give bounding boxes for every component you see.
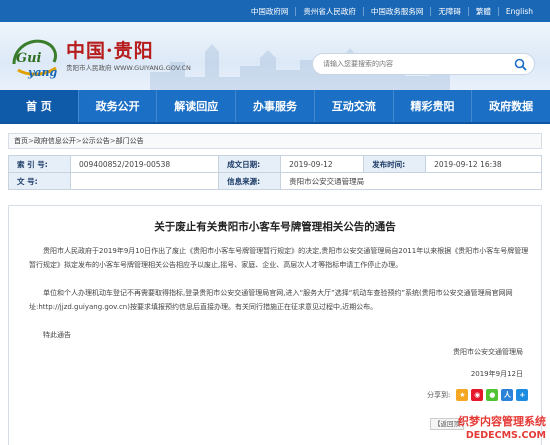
publish-time-label: 发布时间: xyxy=(363,155,427,173)
nav-item-interaction[interactable]: 互动交流 xyxy=(313,90,393,122)
top-utility-bar: 中国政府网 贵州省人民政府 中国政务服务网 无障碍 繁體 English xyxy=(0,0,550,22)
weibo-icon[interactable]: ◉ xyxy=(471,389,484,401)
index-number-value: 009400852/2019-00538 xyxy=(69,155,220,173)
site-title[interactable]: 中国·贵阳 xyxy=(66,36,154,63)
back-to-top-button[interactable]: 【返回顶 xyxy=(430,418,464,430)
guiyang-logo[interactable]: Gui yang xyxy=(8,30,64,82)
breadcrumb-department-notice[interactable]: 部门公告 xyxy=(116,137,144,145)
article-paragraph-3: 特此通告 xyxy=(43,331,71,339)
svg-text:Gui: Gui xyxy=(16,51,42,66)
renren-icon[interactable]: 人 xyxy=(501,389,514,401)
publish-time-value: 2019-09-12 16:38 xyxy=(425,155,542,173)
article-sign-date: 2019年9月12日 xyxy=(470,370,523,378)
nav-item-interpretation[interactable]: 解读回应 xyxy=(156,90,235,122)
share-label: 分享到: xyxy=(427,391,451,399)
document-number-label: 文 号: xyxy=(8,172,71,190)
article-body: 关于废止有关贵阳市小客车号牌管理相关公告的通告 贵阳市人民政府于2019年9月1… xyxy=(8,205,542,445)
top-link-gov-cn[interactable]: 中国政府网 xyxy=(244,7,296,16)
qzone-icon[interactable]: ★ xyxy=(456,389,469,401)
article-paragraph-2: 单位和个人办理机动车登记不再需要取得指标,登录贵阳市公安交通管理局官网,进入“服… xyxy=(29,289,513,311)
top-link-english[interactable]: English xyxy=(497,6,540,16)
written-date-value: 2019-09-12 xyxy=(280,155,365,173)
more-share-icon[interactable]: + xyxy=(516,389,529,401)
top-link-traditional[interactable]: 繁體 xyxy=(467,6,498,16)
top-links: 中国政府网 贵州省人民政府 中国政务服务网 无障碍 繁體 English xyxy=(244,0,540,22)
search-input[interactable] xyxy=(323,57,503,71)
article-paragraph-1: 贵阳市人民政府于2019年9月10日作出了废止《贵阳市小客车号牌管理暂行规定》的… xyxy=(29,247,529,269)
svg-text:yang: yang xyxy=(27,66,58,79)
breadcrumb-home[interactable]: 首页 xyxy=(14,137,28,145)
source-label: 信息来源: xyxy=(218,172,282,190)
breadcrumb: 首页>政府信息公开>公示公告>部门公告 xyxy=(8,133,542,149)
written-date-label: 成文日期: xyxy=(218,155,282,173)
index-number-label: 索 引 号: xyxy=(8,155,71,173)
breadcrumb-public-notice[interactable]: 公示公告 xyxy=(82,137,110,145)
nav-item-home[interactable]: 首 页 xyxy=(0,90,78,122)
source-value: 贵阳市公安交通管理局 xyxy=(280,172,542,190)
document-number-value xyxy=(69,172,220,190)
search-box xyxy=(312,53,535,75)
top-link-services[interactable]: 中国政务服务网 xyxy=(362,6,431,16)
breadcrumb-info-disclosure[interactable]: 政府信息公开 xyxy=(34,137,76,145)
top-link-accessibility[interactable]: 无障碍 xyxy=(430,6,468,16)
nav-item-guiyang-highlights[interactable]: 精彩贵阳 xyxy=(392,90,472,122)
site-header: Gui yang 中国·贵阳 贵阳市人民政府 WWW.GUIYANG.GOV.C… xyxy=(0,22,550,90)
search-icon[interactable] xyxy=(514,58,527,71)
article-title: 关于废止有关贵阳市小客车号牌管理相关公告的通告 xyxy=(154,221,396,233)
top-link-guizhou-gov[interactable]: 贵州省人民政府 xyxy=(295,6,363,16)
article-signature: 贵阳市公安交通管理局 xyxy=(453,348,523,356)
nav-item-services[interactable]: 办事服务 xyxy=(235,90,314,122)
nav-item-government-affairs[interactable]: 政务公开 xyxy=(77,90,157,122)
wechat-icon[interactable]: ● xyxy=(486,389,499,401)
site-subtitle: 贵阳市人民政府 WWW.GUIYANG.GOV.CN xyxy=(66,64,191,72)
nav-item-government-data[interactable]: 政府数据 xyxy=(471,90,550,122)
main-nav: 首 页 政务公开 解读回应 办事服务 互动交流 精彩贵阳 政府数据 xyxy=(0,90,550,124)
document-meta-table: 索 引 号: 009400852/2019-00538 成文日期: 2019-0… xyxy=(8,155,542,190)
share-bar: 分享到: ★ ◉ ● 人 + xyxy=(427,389,529,401)
